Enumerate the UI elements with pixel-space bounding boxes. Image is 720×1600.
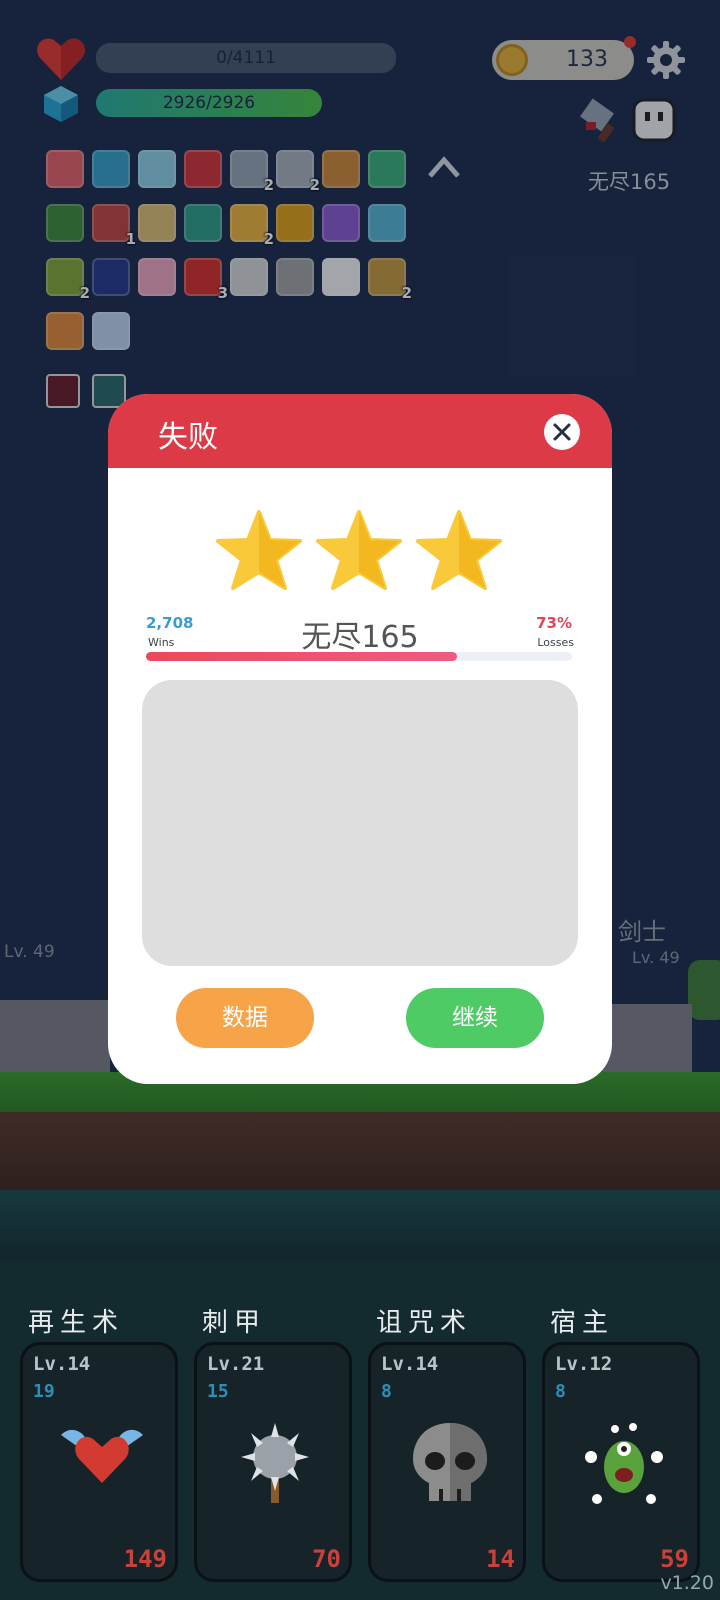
- skill-value: 59: [660, 1545, 689, 1573]
- skill-name: 刺甲: [202, 1308, 267, 1338]
- version-label: v1.20: [660, 1572, 714, 1594]
- losses-value: 73%: [536, 614, 572, 632]
- skill-card[interactable]: Lv.21 15 70: [194, 1342, 352, 1582]
- skull-icon: [405, 1417, 495, 1507]
- losses-label: Losses: [537, 636, 574, 649]
- skill-value: 70: [312, 1545, 341, 1573]
- star-rating: [216, 510, 506, 590]
- loss-progress-fill: [146, 652, 457, 661]
- continue-button[interactable]: 继续: [406, 988, 544, 1048]
- winged-heart-icon: [57, 1417, 147, 1507]
- skill-level: Lv.21: [207, 1353, 265, 1375]
- dialog-header: 失败: [108, 394, 612, 468]
- star-icon: [216, 510, 302, 594]
- skill-name: 再生术: [28, 1308, 125, 1338]
- skill-card[interactable]: Lv.12 8 59: [542, 1342, 700, 1582]
- skill-cost: 15: [207, 1381, 229, 1402]
- skill-level: Lv.14: [381, 1353, 439, 1375]
- skill-level: Lv.14: [33, 1353, 91, 1375]
- skill-value: 149: [123, 1545, 167, 1573]
- skill-value: 14: [486, 1545, 515, 1573]
- stats-button[interactable]: 数据: [176, 988, 314, 1048]
- spiked-mace-icon: [231, 1417, 321, 1507]
- star-icon: [316, 510, 402, 594]
- skill-cost: 8: [555, 1381, 566, 1402]
- skill-cost: 19: [33, 1381, 55, 1402]
- skill-name: 宿主: [550, 1308, 615, 1338]
- skill-name: 诅咒术: [376, 1308, 473, 1338]
- skill-level: Lv.12: [555, 1353, 613, 1375]
- close-button[interactable]: [544, 414, 580, 450]
- result-dialog: 失败 2,708 Wins 无尽165 73% Losses 数据 继续: [108, 394, 612, 1084]
- skill-card[interactable]: Lv.14 8 14: [368, 1342, 526, 1582]
- star-icon: [416, 510, 502, 594]
- loss-progress-track: [146, 652, 572, 661]
- skill-cost: 8: [381, 1381, 392, 1402]
- dialog-title: 失败: [158, 420, 218, 455]
- skill-card[interactable]: Lv.14 19 149: [20, 1342, 178, 1582]
- stats-panel: [142, 680, 578, 966]
- green-monster-icon: [579, 1417, 669, 1507]
- close-icon: [553, 423, 571, 441]
